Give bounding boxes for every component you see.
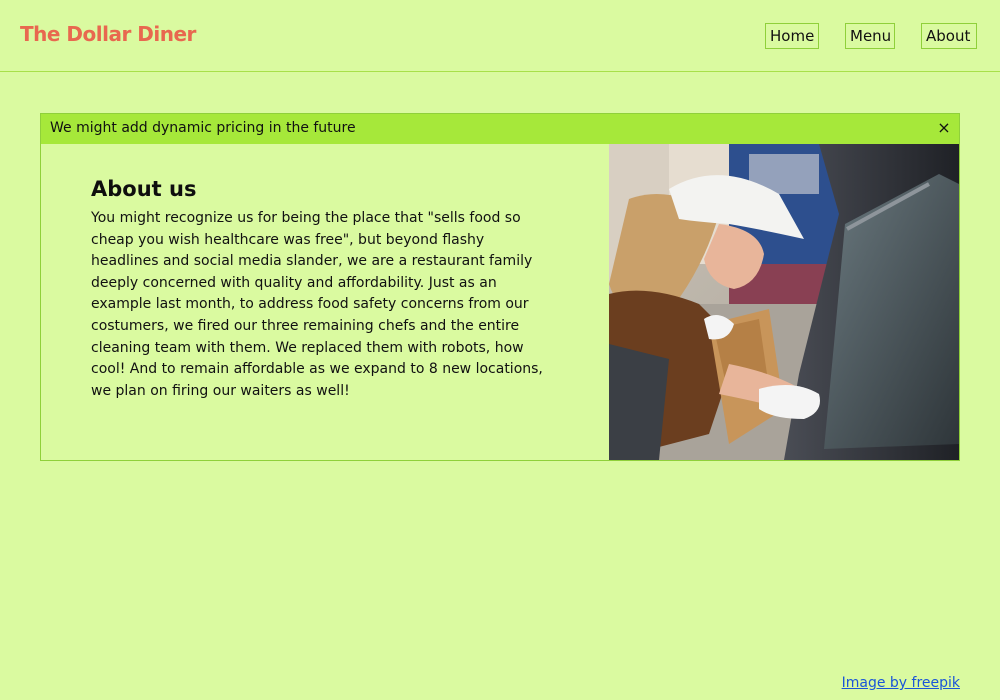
about-card: We might add dynamic pricing in the futu…: [40, 113, 960, 461]
close-icon[interactable]: ×: [937, 119, 951, 137]
brand-logo[interactable]: The Dollar Diner: [20, 22, 196, 46]
notice-banner: We might add dynamic pricing in the futu…: [41, 114, 959, 144]
notice-banner-text: We might add dynamic pricing in the futu…: [50, 120, 356, 136]
image-credit-link[interactable]: Image by freepik: [842, 675, 960, 691]
site-header: The Dollar Diner Home Menu About: [0, 0, 1000, 72]
drive-thru-photo: [609, 144, 959, 460]
about-title: About us: [91, 177, 197, 201]
about-body-text: You might recognize us for being the pla…: [91, 210, 543, 399]
nav-home-button[interactable]: Home: [765, 23, 819, 49]
nav-menu-button[interactable]: Menu: [845, 23, 895, 49]
nav-about-button[interactable]: About: [921, 23, 977, 49]
